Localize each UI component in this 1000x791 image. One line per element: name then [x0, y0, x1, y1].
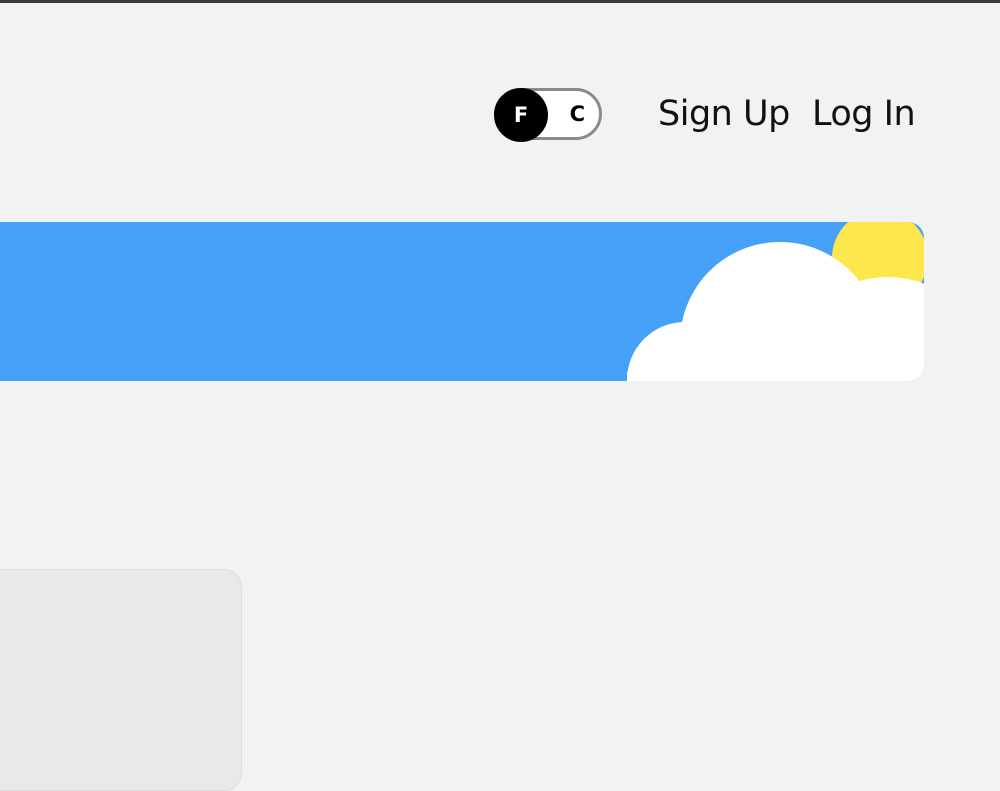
sign-up-link[interactable]: Sign Up: [658, 92, 790, 136]
weather-banner: [0, 222, 924, 381]
content-card: [0, 569, 242, 791]
temperature-unit-toggle[interactable]: F C: [494, 88, 602, 142]
window-top-edge: [0, 0, 1000, 3]
weather-illustration: [627, 222, 924, 381]
unit-celsius-label[interactable]: C: [570, 91, 585, 137]
unit-fahrenheit-knob[interactable]: F: [494, 88, 548, 142]
log-in-link[interactable]: Log In: [812, 92, 916, 136]
